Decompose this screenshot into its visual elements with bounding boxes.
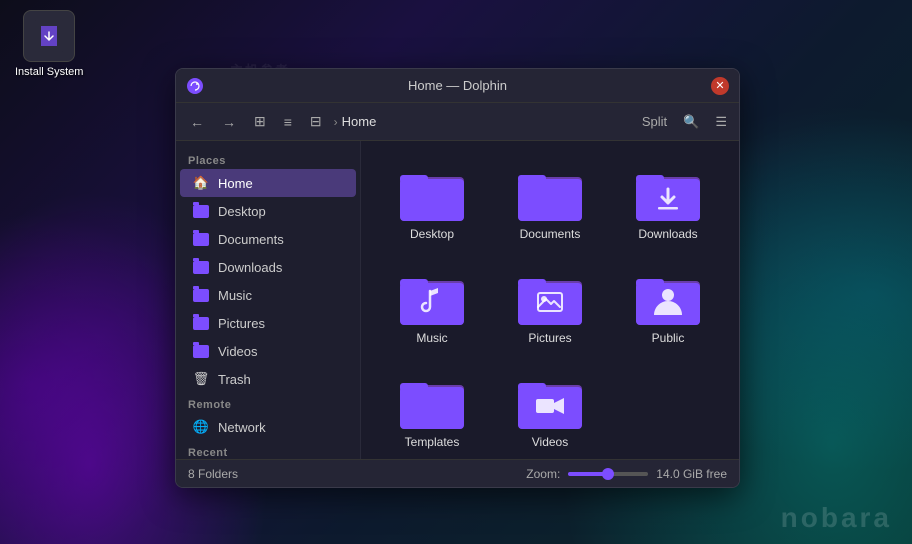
file-label-downloads: Downloads — [638, 227, 697, 241]
file-label-videos: Videos — [532, 435, 568, 449]
downloads-folder-svg — [636, 169, 700, 221]
forward-button[interactable]: → — [216, 110, 242, 134]
videos-folder-svg — [518, 377, 582, 429]
music-folder-icon — [192, 286, 210, 304]
view-list-button[interactable]: ≡ — [278, 110, 298, 134]
file-label-music: Music — [416, 331, 447, 345]
free-space: 14.0 GiB free — [656, 467, 727, 481]
sidebar-label-network: Network — [218, 420, 266, 435]
back-button[interactable]: ← — [184, 110, 210, 134]
sidebar-label-pictures: Pictures — [218, 316, 265, 331]
public-folder-svg — [636, 273, 700, 325]
install-system-icon-box — [23, 10, 75, 62]
breadcrumb-arrow: › — [334, 115, 338, 129]
network-icon: 🌐 — [192, 418, 210, 436]
music-folder-svg — [400, 273, 464, 325]
sidebar-label-downloads: Downloads — [218, 260, 282, 275]
sidebar-label-documents: Documents — [218, 232, 284, 247]
sidebar-item-desktop[interactable]: Desktop — [180, 197, 356, 225]
breadcrumb-home[interactable]: Home — [342, 114, 377, 129]
dolphin-window: Home — Dolphin ✕ ← → ⊞ ≡ ⊟ › Home Split … — [175, 68, 740, 488]
file-item-public[interactable]: Public — [613, 261, 723, 357]
file-label-public: Public — [652, 331, 685, 345]
zoom-slider[interactable] — [568, 472, 648, 476]
file-item-downloads[interactable]: Downloads — [613, 157, 723, 253]
status-bar: 8 Folders Zoom: 14.0 GiB free — [176, 459, 739, 487]
file-label-desktop: Desktop — [410, 227, 454, 241]
file-item-music[interactable]: Music — [377, 261, 487, 357]
sidebar-item-pictures[interactable]: Pictures — [180, 309, 356, 337]
videos-folder-icon — [192, 342, 210, 360]
sidebar-item-documents[interactable]: Documents — [180, 225, 356, 253]
breadcrumb-bar: › Home — [334, 114, 632, 129]
downloads-folder-icon — [192, 258, 210, 276]
sidebar-label-trash: Trash — [218, 372, 251, 387]
close-button[interactable]: ✕ — [711, 77, 729, 95]
file-label-templates: Templates — [405, 435, 460, 449]
sidebar-label-music: Music — [218, 288, 252, 303]
templates-folder-svg — [400, 377, 464, 429]
menu-button[interactable]: ☰ — [711, 112, 731, 132]
sidebar-item-downloads[interactable]: Downloads — [180, 253, 356, 281]
toolbar-right: Split 🔍 ☰ — [638, 112, 731, 132]
search-button[interactable]: 🔍 — [679, 112, 703, 132]
sidebar-item-music[interactable]: Music — [180, 281, 356, 309]
view-icons-button[interactable]: ⊞ — [248, 109, 272, 134]
sidebar-item-videos[interactable]: Videos — [180, 337, 356, 365]
documents-folder-svg — [518, 169, 582, 221]
sidebar-item-trash[interactable]: 🗑 Trash — [180, 365, 356, 393]
recent-section-label: Recent — [176, 441, 360, 459]
file-item-templates[interactable]: Templates — [377, 365, 487, 459]
file-item-documents[interactable]: Documents — [495, 157, 605, 253]
places-section-label: Places — [176, 149, 360, 169]
file-item-desktop[interactable]: Desktop — [377, 157, 487, 253]
file-label-documents: Documents — [520, 227, 581, 241]
split-button[interactable]: Split — [638, 112, 671, 131]
title-bar: Home — Dolphin ✕ — [176, 69, 739, 103]
sidebar-label-home: Home — [218, 176, 253, 191]
file-grid: Desktop Documents — [361, 141, 739, 459]
zoom-label: Zoom: — [526, 467, 560, 481]
pictures-folder-svg — [518, 273, 582, 325]
trash-icon: 🗑 — [192, 370, 210, 388]
file-item-pictures[interactable]: Pictures — [495, 261, 605, 357]
remote-section-label: Remote — [176, 393, 360, 413]
documents-folder-icon — [192, 230, 210, 248]
view-compact-button[interactable]: ⊟ — [304, 109, 328, 134]
sidebar-label-desktop: Desktop — [218, 204, 266, 219]
dolphin-app-icon — [186, 77, 204, 95]
sidebar: Places 🏠 Home Desktop Documents — [176, 141, 361, 459]
main-content: Places 🏠 Home Desktop Documents — [176, 141, 739, 459]
sidebar-label-videos: Videos — [218, 344, 258, 359]
window-title: Home — Dolphin — [212, 78, 703, 93]
desktop-folder-svg — [400, 169, 464, 221]
pictures-folder-icon — [192, 314, 210, 332]
sidebar-item-home[interactable]: 🏠 Home — [180, 169, 356, 197]
home-icon: 🏠 — [192, 174, 210, 192]
install-system-icon[interactable]: Install System — [15, 10, 83, 78]
file-label-pictures: Pictures — [528, 331, 571, 345]
sidebar-item-network[interactable]: 🌐 Network — [180, 413, 356, 441]
folder-count: 8 Folders — [188, 467, 518, 481]
install-system-label: Install System — [15, 66, 83, 78]
desktop-folder-icon — [192, 202, 210, 220]
file-item-videos[interactable]: Videos — [495, 365, 605, 459]
toolbar: ← → ⊞ ≡ ⊟ › Home Split 🔍 ☰ — [176, 103, 739, 141]
